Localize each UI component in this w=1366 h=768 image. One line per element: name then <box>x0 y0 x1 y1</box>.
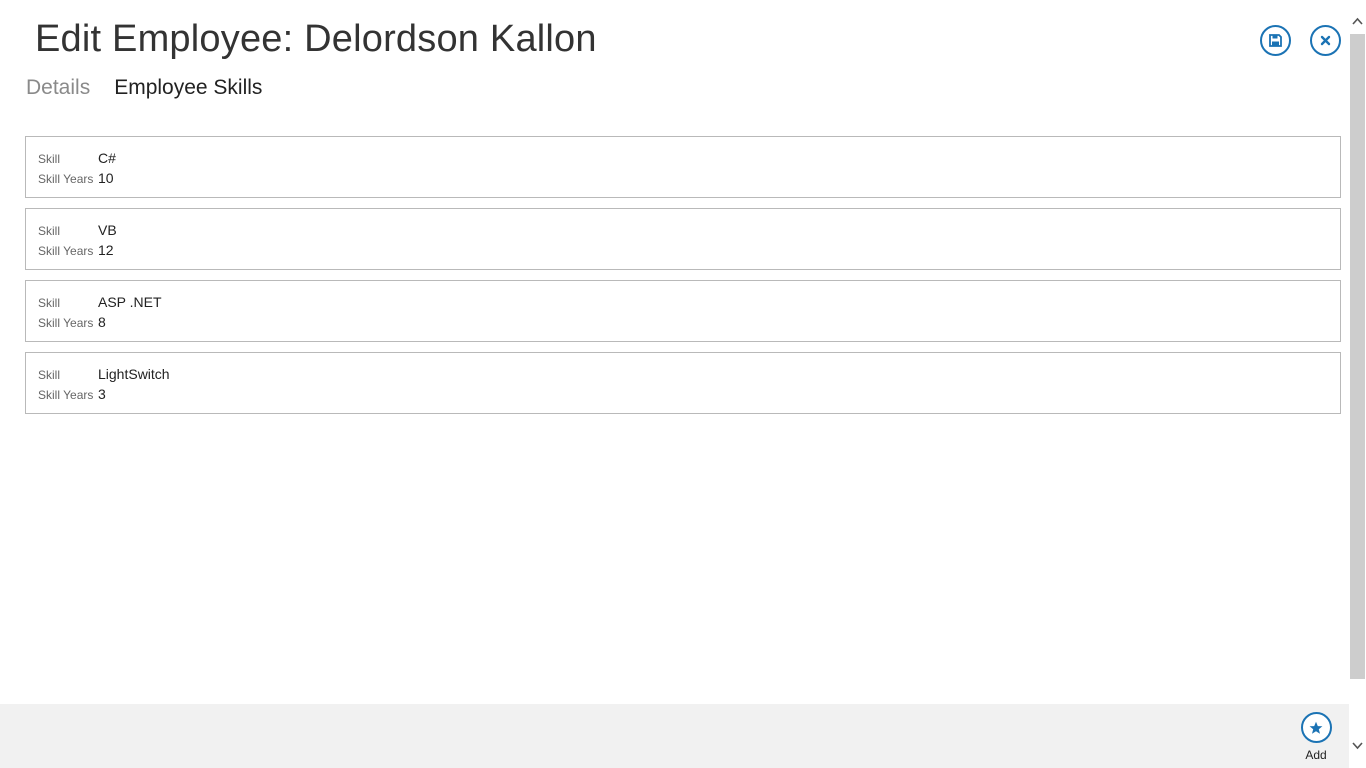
skill-card[interactable]: Skill ASP .NET Skill Years 8 <box>25 280 1341 342</box>
skill-years-value: 3 <box>98 386 106 402</box>
skill-years-label: Skill Years <box>38 244 94 258</box>
save-button[interactable] <box>1260 25 1291 56</box>
close-icon <box>1320 35 1331 46</box>
skill-years-label: Skill Years <box>38 172 94 186</box>
tab-bar: Details Employee Skills <box>26 76 262 100</box>
save-icon <box>1269 34 1282 47</box>
scrollbar-thumb[interactable] <box>1350 34 1365 679</box>
skill-label: Skill <box>38 152 61 166</box>
tab-details[interactable]: Details <box>26 76 90 100</box>
skill-years-value: 8 <box>98 314 106 330</box>
close-button[interactable] <box>1310 25 1341 56</box>
star-icon <box>1309 721 1323 734</box>
add-label: Add <box>1305 748 1327 762</box>
skill-years-label: Skill Years <box>38 388 94 402</box>
scroll-down-arrow-icon[interactable] <box>1352 740 1363 751</box>
skill-label: Skill <box>38 368 61 382</box>
skill-card[interactable]: Skill C# Skill Years 10 <box>25 136 1341 198</box>
vertical-scrollbar[interactable] <box>1349 0 1366 768</box>
skill-label: Skill <box>38 296 61 310</box>
scroll-up-arrow-icon[interactable] <box>1352 16 1363 27</box>
skill-years-value: 12 <box>98 242 114 258</box>
skill-value: VB <box>98 222 117 238</box>
app-bar: Add <box>0 704 1349 768</box>
skill-value: C# <box>98 150 116 166</box>
page-title: Edit Employee: Delordson Kallon <box>35 18 597 60</box>
add-button[interactable]: Add <box>1291 712 1341 764</box>
tab-employee-skills[interactable]: Employee Skills <box>114 76 262 100</box>
skill-card[interactable]: Skill LightSwitch Skill Years 3 <box>25 352 1341 414</box>
skill-list: Skill C# Skill Years 10 Skill VB Skill Y… <box>25 136 1341 424</box>
add-circle <box>1300 712 1332 743</box>
skill-years-value: 10 <box>98 170 114 186</box>
skill-value: ASP .NET <box>98 294 162 310</box>
skill-label: Skill <box>38 224 61 238</box>
skill-card[interactable]: Skill VB Skill Years 12 <box>25 208 1341 270</box>
skill-years-label: Skill Years <box>38 316 94 330</box>
skill-value: LightSwitch <box>98 366 170 382</box>
